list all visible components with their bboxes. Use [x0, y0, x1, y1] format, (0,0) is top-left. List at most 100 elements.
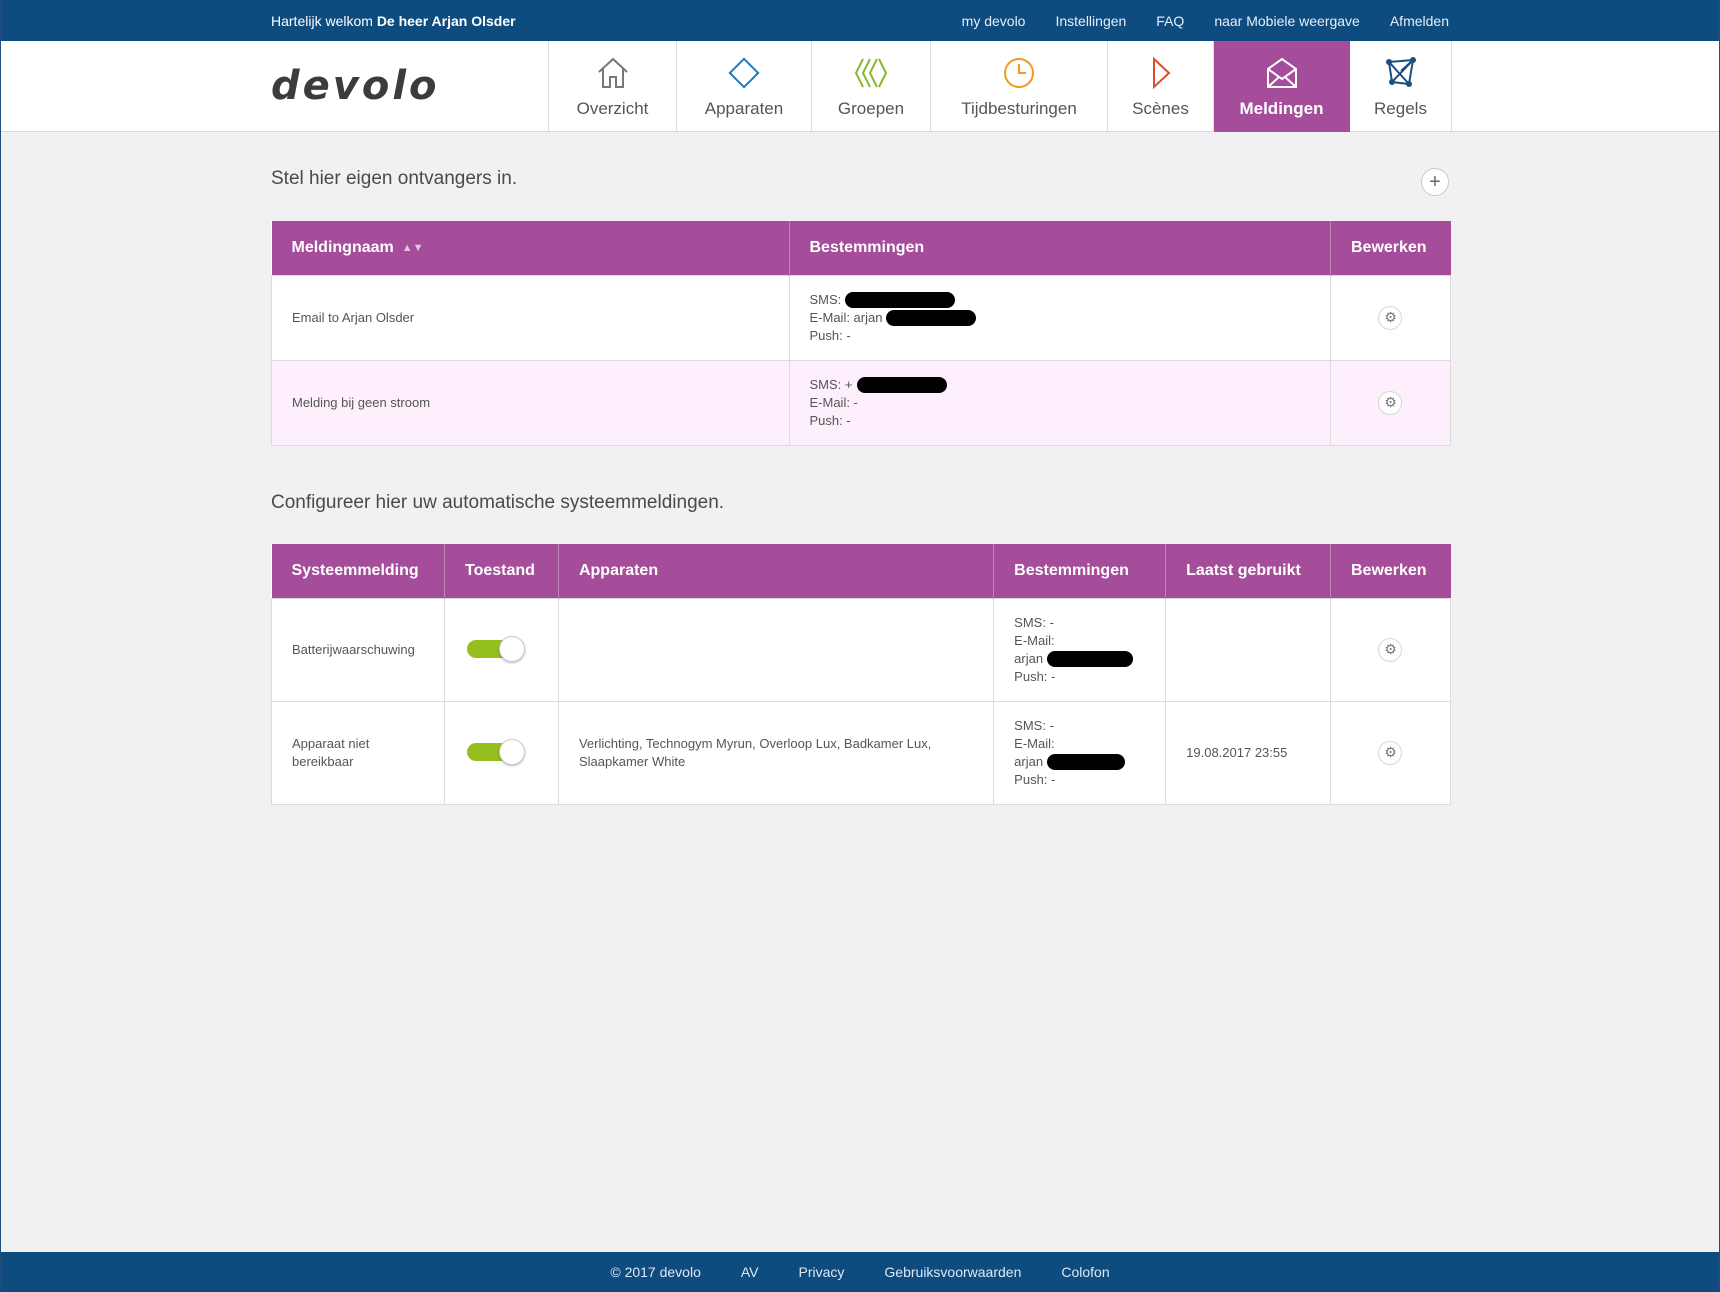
nav-apparaten[interactable]: Apparaten — [677, 41, 812, 132]
col-apparaten: Apparaten — [558, 544, 995, 598]
recipient-destinations: SMS: E-Mail: arjan Push: - — [788, 274, 1331, 361]
email-label: E-Mail: — [1014, 735, 1055, 751]
sms-value: SMS: — [809, 291, 842, 307]
nav-label: Overzicht — [576, 98, 649, 118]
col-bewerken: Bewerken — [1330, 221, 1451, 275]
recipient-destinations: SMS: + E-Mail: - Push: - — [788, 359, 1331, 446]
welcome-prefix: Hartelijk welkom — [271, 12, 373, 29]
redaction — [1047, 753, 1126, 770]
redaction — [856, 376, 947, 393]
state-cell — [443, 597, 559, 702]
envelope-icon — [1265, 55, 1299, 91]
system-title: Configureer hier uw automatische systeem… — [271, 492, 725, 513]
table-row: Email to Arjan Olsder SMS: E-Mail: arjan… — [271, 274, 1452, 361]
nav-scenes[interactable]: Scènes — [1108, 41, 1214, 132]
email-value: arjan — [1014, 753, 1044, 769]
redaction — [886, 309, 977, 326]
col-bestemmingen: Bestemmingen — [789, 221, 1331, 275]
devolo-logo[interactable]: devolo — [271, 63, 440, 109]
system-notification-name: Batterijwaarschuwing — [271, 597, 445, 702]
nav-meldingen[interactable]: Meldingen — [1214, 41, 1350, 132]
groups-icon — [853, 55, 889, 91]
gear-icon[interactable]: ⚙ — [1378, 740, 1403, 765]
last-used-cell — [1165, 597, 1331, 702]
redaction — [1047, 650, 1134, 667]
last-used-cell: 19.08.2017 23:55 — [1165, 700, 1331, 805]
email-value: arjan — [1014, 650, 1044, 666]
table-header-row: Systeemmelding Toestand Apparaten Bestem… — [271, 544, 1451, 598]
nav-label: Meldingen — [1239, 98, 1324, 118]
play-icon — [1144, 55, 1178, 91]
header: devolo Overzicht Apparaten Groepen Tijdb… — [1, 41, 1719, 132]
state-toggle[interactable] — [465, 636, 525, 662]
nav-label: Apparaten — [704, 98, 784, 118]
header-label: Meldingnaam — [291, 238, 394, 256]
footer-link-av[interactable]: AV — [741, 1264, 759, 1280]
col-laatst-gebruikt: Laatst gebruikt — [1165, 544, 1331, 598]
sms-value: SMS: - — [1014, 717, 1054, 733]
clock-icon — [1002, 55, 1036, 91]
nav-label: Scènes — [1132, 98, 1189, 118]
top-bar: Hartelijk welkom De heer Arjan Olsder my… — [1, 0, 1719, 41]
devices-cell: Verlichting, Technogym Myrun, Overloop L… — [557, 700, 995, 805]
edit-cell: ⚙ — [1329, 359, 1452, 446]
link-my-devolo[interactable]: my devolo — [962, 13, 1026, 29]
col-bewerken: Bewerken — [1330, 544, 1451, 598]
link-logout[interactable]: Afmelden — [1390, 13, 1449, 29]
footer-link-terms[interactable]: Gebruiksvoorwaarden — [884, 1264, 1021, 1280]
network-icon — [1384, 55, 1418, 91]
footer-link-privacy[interactable]: Privacy — [799, 1264, 845, 1280]
nav-groepen[interactable]: Groepen — [812, 41, 931, 132]
house-icon — [596, 55, 630, 91]
state-toggle[interactable] — [465, 739, 525, 765]
col-systeemmelding: Systeemmelding — [271, 544, 445, 598]
welcome-user-name: De heer Arjan Olsder — [376, 12, 516, 29]
push-value: Push: - — [809, 327, 851, 343]
state-cell — [443, 700, 559, 805]
gear-icon[interactable]: ⚙ — [1378, 637, 1403, 662]
table-header-row: Meldingnaam ▲▼ Bestemmingen Bewerken — [271, 221, 1451, 275]
top-links: my devolo Instellingen FAQ naar Mobiele … — [962, 13, 1449, 29]
edit-cell: ⚙ — [1329, 700, 1452, 805]
footer-link-colofon[interactable]: Colofon — [1061, 1264, 1109, 1280]
diamond-icon — [727, 55, 761, 91]
table-row: Melding bij geen stroom SMS: + E-Mail: -… — [271, 359, 1452, 446]
recipients-title: Stel hier eigen ontvangers in. — [271, 168, 518, 189]
col-bestemmingen: Bestemmingen — [993, 544, 1167, 598]
link-mobile-view[interactable]: naar Mobiele weergave — [1214, 13, 1360, 29]
table-row: Batterijwaarschuwing SMS: - E-Mail: arja… — [271, 597, 1452, 702]
nav-regels[interactable]: Regels — [1350, 41, 1452, 132]
destinations-cell: SMS: - E-Mail: arjan Push: - — [993, 700, 1167, 805]
nav-label: Regels — [1374, 98, 1427, 118]
sort-icon[interactable]: ▲▼ — [402, 242, 424, 254]
col-meldingnaam[interactable]: Meldingnaam ▲▼ — [271, 221, 790, 275]
nav-tijdbesturingen[interactable]: Tijdbesturingen — [931, 41, 1108, 132]
push-value: Push: - — [1014, 668, 1056, 684]
recipient-name: Melding bij geen stroom — [271, 359, 790, 446]
nav-overzicht[interactable]: Overzicht — [549, 41, 677, 132]
copyright: © 2017 devolo — [610, 1264, 701, 1280]
gear-icon[interactable]: ⚙ — [1378, 390, 1403, 415]
link-instellingen[interactable]: Instellingen — [1055, 13, 1126, 29]
email-label: E-Mail: — [1014, 632, 1055, 648]
main-nav: Overzicht Apparaten Groepen Tijdbesturin… — [548, 41, 1452, 132]
welcome-text: Hartelijk welkom De heer Arjan Olsder — [271, 13, 516, 29]
redaction — [845, 291, 956, 308]
recipient-name: Email to Arjan Olsder — [271, 274, 790, 361]
edit-cell: ⚙ — [1329, 274, 1452, 361]
system-notification-name: Apparaat niet bereikbaar — [271, 700, 445, 805]
nav-label: Tijdbesturingen — [961, 98, 1077, 118]
plus-icon: + — [1429, 171, 1441, 193]
edit-cell: ⚙ — [1329, 597, 1452, 702]
gear-icon[interactable]: ⚙ — [1378, 305, 1403, 330]
sms-value: SMS: - — [1014, 614, 1054, 630]
email-value: E-Mail: arjan — [809, 309, 883, 325]
push-value: Push: - — [809, 412, 851, 428]
footer: © 2017 devolo AV Privacy Gebruiksvoorwaa… — [1, 1252, 1719, 1292]
add-recipient-button[interactable]: + — [1421, 168, 1449, 196]
table-row: Apparaat niet bereikbaar Verlichting, Te… — [271, 700, 1452, 805]
link-faq[interactable]: FAQ — [1156, 13, 1184, 29]
recipients-table: Meldingnaam ▲▼ Bestemmingen Bewerken Emai… — [271, 221, 1452, 446]
system-table: Systeemmelding Toestand Apparaten Bestem… — [271, 544, 1452, 805]
email-value: E-Mail: - — [809, 394, 858, 410]
